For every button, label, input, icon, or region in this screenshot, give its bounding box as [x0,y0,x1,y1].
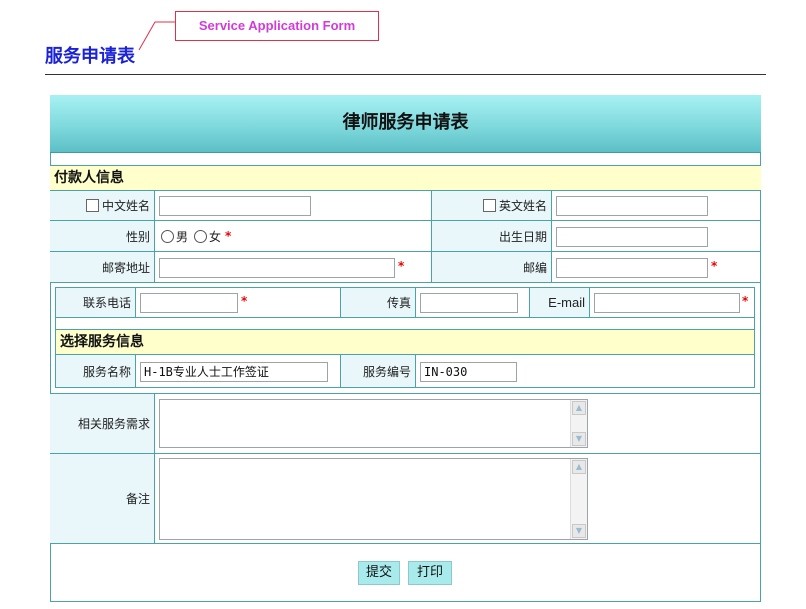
service-name-label: 服务名称 [82,364,131,379]
email-label: E-mail [548,295,585,310]
address-label: 邮寄地址 [101,260,150,275]
fax-label: 传真 [386,296,411,310]
form-title: 律师服务申请表 [50,95,761,153]
phone-required-mark: * [241,294,248,308]
email-required-mark: * [742,294,749,308]
row-contact: 联系电话 * 传真 E-mail * [56,288,754,318]
title-divider [45,74,766,75]
scroll-up-icon[interactable]: ▲ [572,460,586,474]
phone-cell: * [136,288,341,317]
gender-label-cell: 性别 [50,221,155,251]
postcode-required-mark: * [711,259,718,273]
requirements-label-cell: 相关服务需求 [50,394,155,453]
remarks-label: 备注 [125,492,150,506]
gender-male-label: 男 [176,229,189,244]
section-payer-info: 付款人信息 [50,165,761,191]
phone-label-cell: 联系电话 [56,288,136,317]
email-label-cell: E-mail [530,288,590,317]
service-code-input[interactable]: IN-030 [420,362,517,382]
birth-date-input[interactable] [556,227,708,247]
row-remarks: 备注 ▲ ▼ [50,454,761,544]
service-name-cell: H-1B专业人士工作签证 [136,355,341,387]
print-button[interactable]: 打印 [408,561,452,585]
callout-label: Service Application Form [175,11,379,41]
chinese-name-checkbox[interactable] [85,199,99,212]
english-name-label-cell: 英文姓名 [432,191,552,220]
gender-male-radio[interactable] [161,229,174,243]
gender-female-label: 女 [209,229,222,244]
requirements-scrollbar[interactable]: ▲ ▼ [570,400,587,447]
remarks-scrollbar[interactable]: ▲ ▼ [570,459,587,539]
page-title: 服务申请表 [45,46,135,67]
birth-date-label-cell: 出生日期 [432,221,552,251]
section-service-info: 选择服务信息 [56,329,754,355]
requirements-textarea[interactable]: ▲ ▼ [159,399,588,448]
remarks-textarea[interactable]: ▲ ▼ [159,458,588,540]
phone-label: 联系电话 [82,296,131,310]
row-address-postcode: 邮寄地址 * 邮编 * [50,252,761,283]
row-service: 服务名称 H-1B专业人士工作签证 服务编号 IN-030 [56,355,754,387]
english-name-input[interactable] [556,196,708,216]
birth-date-label: 出生日期 [498,229,547,244]
email-input[interactable] [594,293,740,313]
chinese-name-label: 中文姓名 [101,199,150,213]
chinese-name-label-cell: 中文姓名 [50,191,155,220]
phone-input[interactable] [140,293,238,313]
address-input[interactable] [159,258,395,278]
birth-date-cell [552,221,761,251]
service-code-label: 服务编号 [362,364,411,379]
callout-pointer [138,21,175,51]
postcode-input[interactable] [556,258,708,278]
submit-button[interactable]: 提交 [358,561,400,585]
requirements-label: 相关服务需求 [77,417,150,431]
chinese-name-cell [155,191,432,220]
remarks-label-cell: 备注 [50,454,155,543]
requirements-cell: ▲ ▼ [155,394,761,453]
english-name-checkbox[interactable] [482,199,496,212]
english-name-cell [552,191,761,220]
fax-cell [416,288,530,317]
gender-required-mark: * [225,229,232,243]
email-cell: * [590,288,754,317]
gender-female-radio[interactable] [194,229,208,243]
row-requirements: 相关服务需求 ▲ ▼ [50,393,761,454]
postcode-label-cell: 邮编 [432,252,552,282]
row-gender-birth: 性别 男 女 * 出生日期 [50,221,761,252]
fax-label-cell: 传真 [341,288,416,317]
service-code-label-cell: 服务编号 [341,355,416,387]
chinese-name-input[interactable] [159,196,311,216]
postcode-cell: * [552,252,761,282]
scroll-down-icon[interactable]: ▼ [572,432,586,446]
postcode-label: 邮编 [522,260,547,275]
scroll-up-icon[interactable]: ▲ [572,401,586,415]
service-name-input[interactable]: H-1B专业人士工作签证 [140,362,328,382]
scroll-down-icon[interactable]: ▼ [572,524,586,538]
gender-options: 男 女 * [155,221,432,251]
service-code-cell: IN-030 [416,355,754,387]
remarks-cell: ▲ ▼ [155,454,761,543]
gender-label: 性别 [125,229,150,244]
address-required-mark: * [398,259,405,273]
english-name-label: 英文姓名 [498,199,547,213]
row-names: 中文姓名 英文姓名 [50,191,761,221]
fax-input[interactable] [420,293,518,313]
address-cell: * [155,252,432,282]
service-name-label-cell: 服务名称 [56,355,136,387]
address-label-cell: 邮寄地址 [50,252,155,282]
